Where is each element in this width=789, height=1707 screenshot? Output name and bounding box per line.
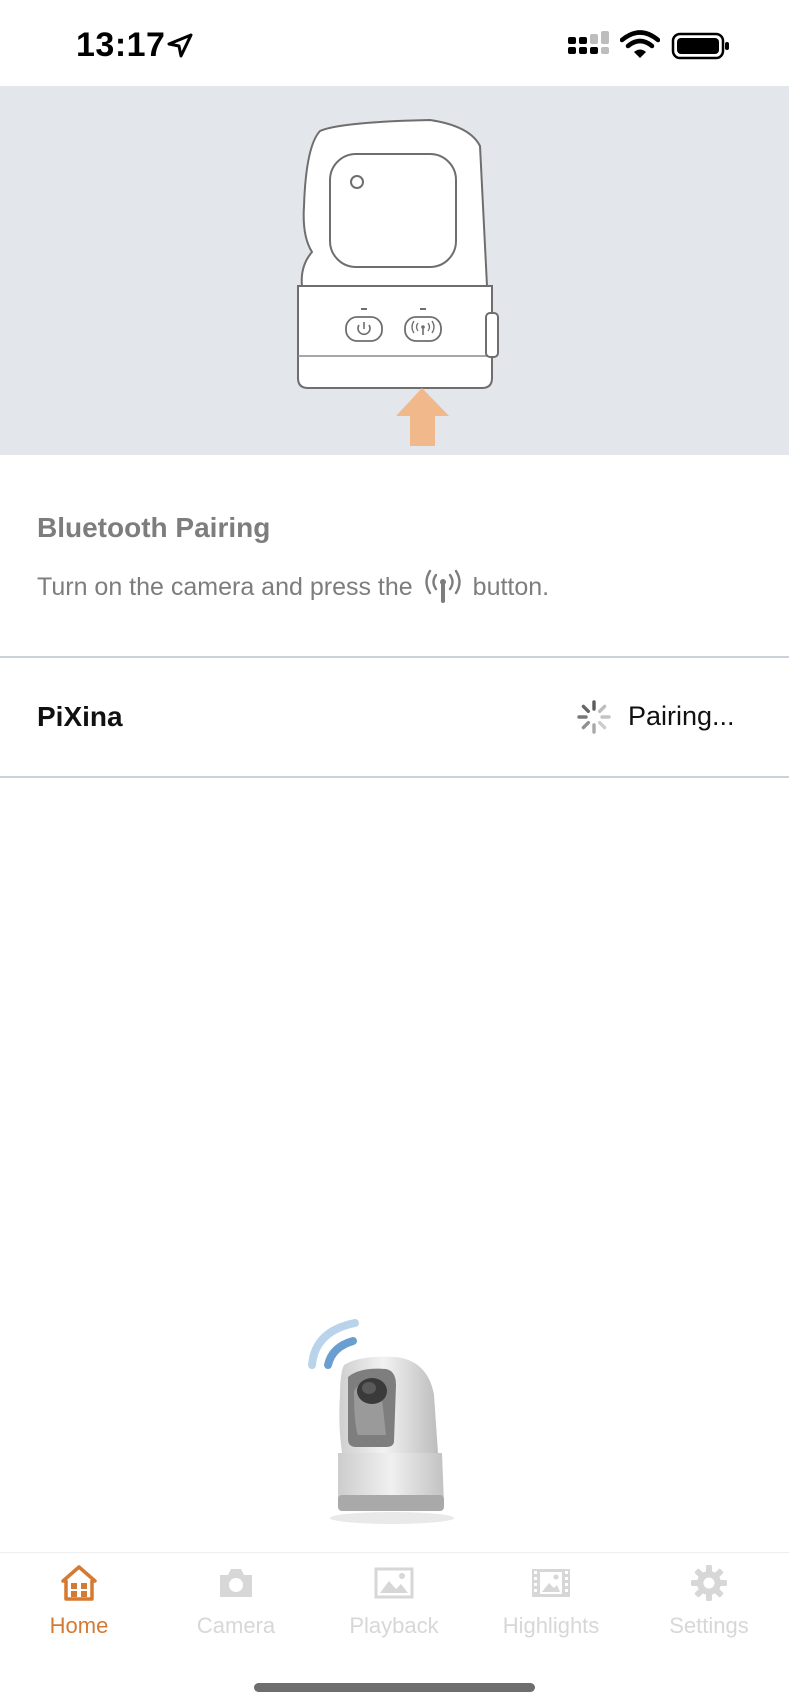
- battery-icon: [671, 32, 729, 60]
- film-icon: [532, 1569, 570, 1597]
- tab-label: Playback: [349, 1613, 439, 1638]
- divider: [0, 776, 789, 778]
- location-arrow-icon: [167, 33, 193, 58]
- tab-highlights[interactable]: Highlights: [472, 1553, 630, 1663]
- loading-spinner-icon: [577, 700, 611, 734]
- image-icon: [374, 1567, 414, 1599]
- camera-button-illustration: [0, 86, 789, 455]
- pairing-instructions: Turn on the camera and press the button.: [37, 569, 549, 605]
- cellular-signal-icon: [568, 31, 609, 54]
- tab-label: Home: [49, 1613, 109, 1638]
- divider: [0, 656, 789, 658]
- wifi-icon: [620, 30, 660, 58]
- tab-label: Highlights: [502, 1613, 600, 1638]
- pairing-title: Bluetooth Pairing: [37, 512, 271, 543]
- tab-playback[interactable]: Playback: [315, 1553, 473, 1663]
- device-row[interactable]: PiXina Pairing...: [0, 659, 789, 776]
- tab-settings[interactable]: Settings: [630, 1553, 788, 1663]
- wireless-button-icon: [424, 569, 461, 603]
- camera-icon: [220, 1569, 252, 1597]
- screen: 13:17 Bluetooth Pairing Turn on the came…: [0, 0, 789, 1707]
- device-name: PiXina: [37, 701, 123, 732]
- home-indicator[interactable]: [254, 1683, 535, 1692]
- instruction-text-before: Turn on the camera and press the: [37, 572, 413, 601]
- tab-label: Settings: [669, 1613, 749, 1638]
- instruction-text-after: button.: [472, 572, 550, 601]
- camera-device-illustration: [308, 1319, 454, 1524]
- tab-camera[interactable]: Camera: [157, 1553, 315, 1663]
- status-bar: 13:17: [0, 0, 789, 86]
- pairing-status: Pairing...: [628, 701, 735, 731]
- tab-home[interactable]: Home: [0, 1553, 158, 1663]
- gear-icon: [691, 1565, 727, 1601]
- tab-label: Camera: [196, 1613, 276, 1638]
- status-time: 13:17: [76, 26, 166, 64]
- home-icon: [61, 1565, 97, 1601]
